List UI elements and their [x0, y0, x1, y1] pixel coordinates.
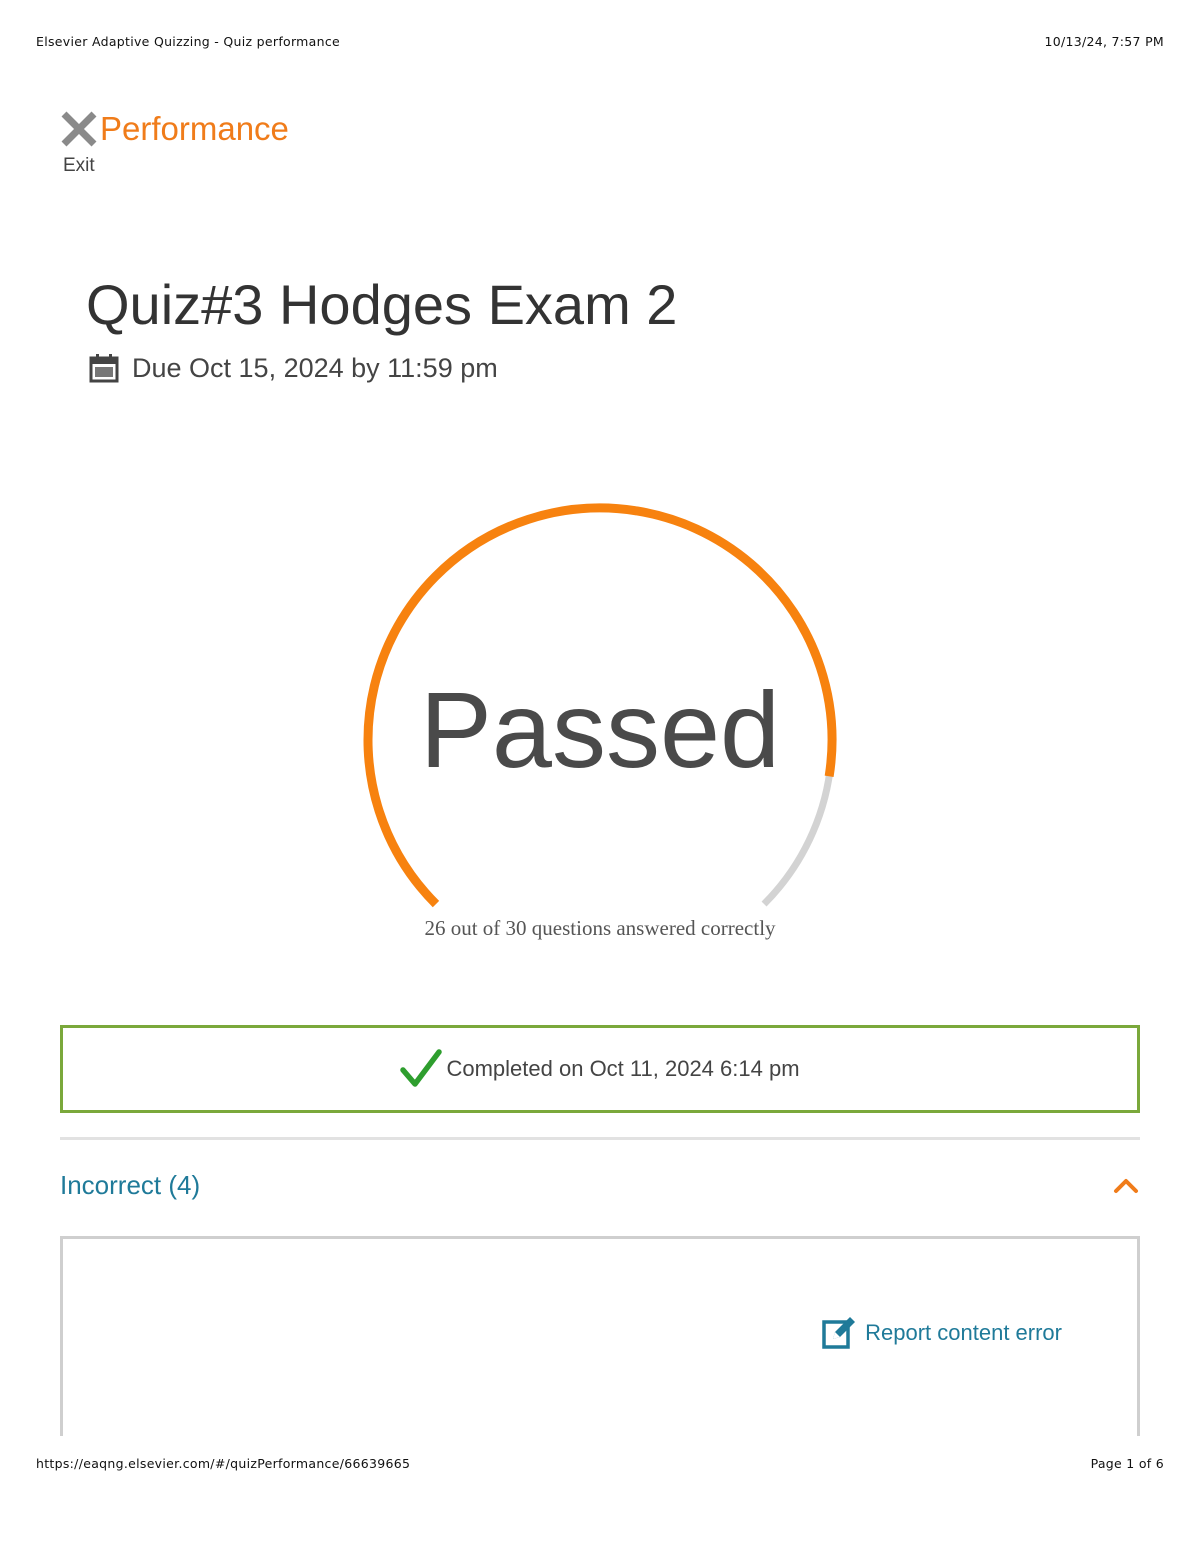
report-content-error-link[interactable]: Report content error — [821, 1315, 1062, 1351]
chevron-up-icon[interactable] — [1112, 1175, 1140, 1195]
result-status: Passed — [419, 669, 781, 790]
print-page-info: Page 1 of 6 — [1090, 1456, 1164, 1471]
print-url: https://eaqng.elsevier.com/#/quizPerform… — [36, 1456, 411, 1471]
incorrect-section-title: Incorrect (4) — [60, 1169, 201, 1200]
section-divider — [60, 1137, 1140, 1140]
top-nav: Performance Exit — [58, 108, 289, 177]
incorrect-section-toggle[interactable]: Incorrect (4) — [60, 1160, 1140, 1210]
exit-row: Performance — [58, 108, 289, 150]
quiz-title: Quiz#3 Hodges Exam 2 — [86, 273, 678, 336]
page: Elsevier Adaptive Quizzing - Quiz perfor… — [0, 0, 1200, 1553]
close-icon — [61, 111, 97, 147]
due-date-row: Due Oct 15, 2024 by 11:59 pm — [88, 352, 498, 384]
completion-text: Completed on Oct 11, 2024 6:14 pm — [446, 1056, 800, 1081]
question-panel: Report content error — [60, 1236, 1140, 1436]
score-gauge: Passed — [350, 495, 850, 925]
score-caption: 26 out of 30 questions answered correctl… — [424, 916, 776, 940]
edit-icon — [822, 1317, 856, 1349]
print-header: Elsevier Adaptive Quizzing - Quiz perfor… — [36, 34, 1164, 49]
report-content-error-label: Report content error — [865, 1320, 1062, 1345]
calendar-icon — [89, 354, 119, 383]
check-icon — [400, 1049, 443, 1087]
nav-title: Performance — [100, 110, 289, 147]
due-date-text: Due Oct 15, 2024 by 11:59 pm — [132, 352, 498, 383]
exit-label: Exit — [63, 155, 95, 176]
exit-button[interactable]: Performance Exit — [58, 108, 289, 177]
print-datetime: 10/13/24, 7:57 PM — [1044, 34, 1164, 49]
completion-banner: Completed on Oct 11, 2024 6:14 pm — [60, 1025, 1140, 1113]
print-footer: https://eaqng.elsevier.com/#/quizPerform… — [36, 1456, 1164, 1471]
print-page-title: Elsevier Adaptive Quizzing - Quiz perfor… — [36, 34, 341, 49]
